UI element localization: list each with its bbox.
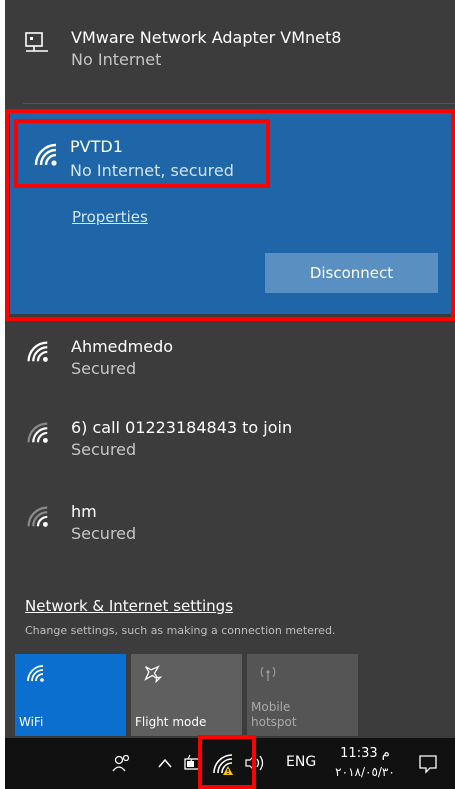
network-flyout: VMware Network Adapter VMnet8 No Interne… [5,0,455,738]
network-name: hm [71,502,97,521]
network-settings-link[interactable]: Network & Internet settings [25,597,233,615]
network-item-pvtd1[interactable]: PVTD1 No Internet, secured Properties Di… [10,113,455,314]
volume-icon[interactable] [243,752,269,774]
wifi-icon [27,422,48,443]
taskbar: ENG 11:33 م ٢٠١٨/٠٥/٣٠ [5,738,455,789]
wifi-icon [34,143,57,166]
people-icon[interactable] [111,752,133,774]
chevron-up-icon[interactable] [157,756,173,770]
action-center-icon[interactable] [417,752,439,774]
clock-time[interactable]: 11:33 م [330,746,400,761]
battery-charging-icon[interactable] [183,754,203,772]
network-item-call[interactable]: 6) call 01223184843 to join Secured [5,396,455,480]
wifi-warning-icon[interactable] [211,752,237,776]
ethernet-icon [25,32,48,52]
tile-label: Flight mode [135,715,207,729]
network-item-ahmedmedo[interactable]: Ahmedmedo Secured [5,315,455,399]
wifi-icon [27,341,48,362]
divider [23,103,455,104]
hotspot-icon [260,666,276,681]
tile-label: WiFi [19,715,44,729]
wifi-toggle-tile[interactable]: WiFi [15,654,126,736]
clock-date[interactable]: ٢٠١٨/٠٥/٣٠ [330,765,400,779]
disconnect-button[interactable]: Disconnect [265,253,438,293]
airplane-icon [144,665,163,684]
tile-label: Mobile hotspot [251,700,297,729]
language-indicator[interactable]: ENG [286,754,316,770]
network-status: No Internet [71,50,162,69]
network-name: VMware Network Adapter VMnet8 [71,28,342,47]
wifi-icon [27,665,44,682]
network-item-vmnet8[interactable]: VMware Network Adapter VMnet8 No Interne… [5,6,455,90]
network-name: PVTD1 [70,137,123,156]
network-status: Secured [71,524,137,543]
network-name: 6) call 01223184843 to join [71,418,293,437]
network-status: No Internet, secured [70,161,234,180]
properties-link[interactable]: Properties [72,208,148,226]
flight-mode-tile[interactable]: Flight mode [131,654,242,736]
network-status: Secured [71,440,137,459]
network-settings-description: Change settings, such as making a connec… [25,624,336,637]
network-item-hm[interactable]: hm Secured [5,480,455,564]
network-status: Secured [71,359,137,378]
wifi-icon [27,506,48,527]
network-name: Ahmedmedo [71,337,174,356]
mobile-hotspot-tile[interactable]: Mobile hotspot [247,654,358,736]
